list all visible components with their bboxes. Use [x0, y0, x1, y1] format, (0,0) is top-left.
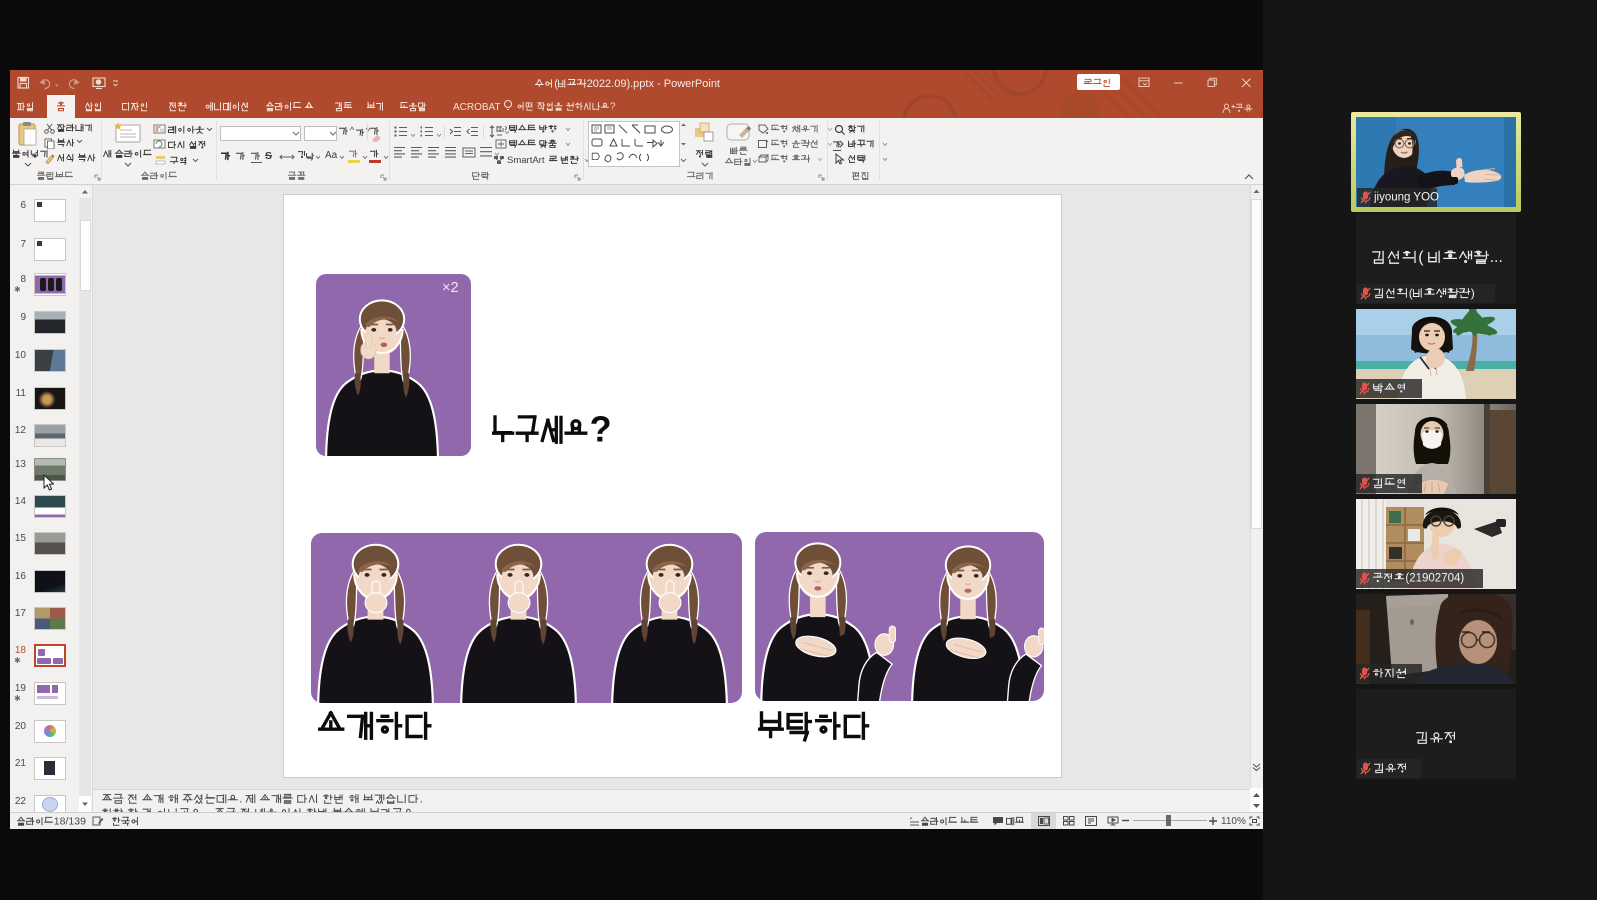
svg-text:?: ?	[610, 101, 616, 113]
svg-text:(21902704): (21902704)	[1405, 572, 1464, 584]
svg-text:(: (	[554, 78, 558, 90]
svg-text:18/139: 18/139	[54, 816, 86, 828]
svg-text:): )	[1471, 287, 1475, 300]
svg-text:jiyoung YOO: jiyoung YOO	[1374, 191, 1439, 203]
svg-text:2022.09).pptx - PowerPoint: 2022.09).pptx - PowerPoint	[587, 78, 720, 90]
svg-text:(: (	[1409, 287, 1413, 300]
svg-text:.: .	[420, 793, 423, 805]
svg-text:?: ?	[590, 412, 612, 450]
svg-text:...: ...	[1489, 249, 1502, 266]
svg-text:.: .	[239, 793, 242, 805]
svg-text:(: (	[1418, 249, 1424, 266]
